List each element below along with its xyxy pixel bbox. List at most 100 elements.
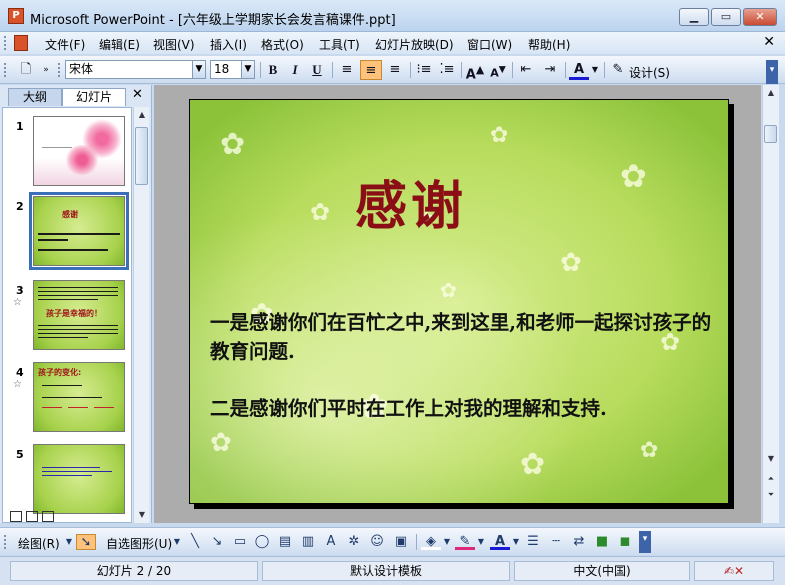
decrease-indent-icon[interactable]: ⇤ <box>516 60 536 80</box>
align-left-icon[interactable]: ≡ <box>337 60 357 80</box>
fill-color-dropdown-icon[interactable]: ▼ <box>442 534 452 550</box>
design-template-name[interactable]: 默认设计模板 <box>262 561 510 581</box>
slide-thumbnail-5[interactable] <box>33 444 125 514</box>
minimize-button[interactable]: ▁ <box>679 8 709 26</box>
scrollbar-thumb[interactable] <box>764 125 777 143</box>
document-icon[interactable] <box>14 35 28 51</box>
slide-thumbnail-list: 1 2 感谢 3 ☆ 孩子是幸福的！ 4 ☆ 孩子的变化: 5 <box>2 107 132 523</box>
wordart-icon[interactable]: A <box>322 534 340 550</box>
rectangle-icon[interactable]: ▭ <box>231 534 249 550</box>
font-name-select[interactable]: 宋体 <box>65 60 193 79</box>
previous-slide-icon[interactable]: ⏶ <box>763 471 779 487</box>
menu-help[interactable]: 帮助(H) <box>528 36 570 53</box>
spelling-status-icon[interactable]: ✍✕ <box>694 561 774 581</box>
thumbnail-title: 孩子的变化: <box>38 368 82 377</box>
menu-edit[interactable]: 编辑(E) <box>99 36 140 53</box>
shadow-style-icon[interactable]: ■ <box>593 534 611 550</box>
dash-style-icon[interactable]: ┄ <box>547 534 565 550</box>
diagram-icon[interactable]: ✲ <box>345 534 363 550</box>
scrollbar-thumb[interactable] <box>135 127 148 185</box>
increase-indent-icon[interactable]: ⇥ <box>540 60 560 80</box>
line-style-icon[interactable]: ☰ <box>524 534 542 550</box>
toolbar-grip[interactable] <box>4 535 7 549</box>
new-document-icon[interactable]: 🗋 <box>16 60 36 80</box>
line-color-dropdown-icon[interactable]: ▼ <box>476 534 486 550</box>
slide-paragraph-2[interactable]: 二是感谢你们平时在工作上对我的理解和支持. <box>210 394 720 423</box>
align-right-icon[interactable]: ≡ <box>385 60 405 80</box>
toolbar-grip[interactable] <box>58 63 61 77</box>
thumbnail-text-line <box>38 249 108 251</box>
oval-icon[interactable]: ◯ <box>253 534 271 550</box>
menu-tools[interactable]: 工具(T) <box>319 36 360 53</box>
slide-thumbnail-3[interactable]: 孩子是幸福的！ <box>33 280 125 350</box>
design-button[interactable]: 设计(S) <box>629 64 670 81</box>
menu-window[interactable]: 窗口(W) <box>467 36 512 53</box>
menu-slideshow[interactable]: 幻灯片放映(D) <box>375 36 454 53</box>
font-size-select[interactable]: 18 <box>210 60 242 79</box>
numbered-list-icon[interactable]: ⁝≡ <box>414 60 434 80</box>
increase-font-size-icon[interactable]: A▲ <box>465 60 485 82</box>
tab-slides[interactable]: 幻灯片 <box>62 88 126 106</box>
bold-button[interactable]: B <box>264 60 282 80</box>
fill-color-icon[interactable]: ◈ <box>421 534 441 550</box>
next-slide-icon[interactable]: ⏷ <box>763 487 779 503</box>
select-pointer-icon[interactable]: ➘ <box>76 534 96 550</box>
close-button[interactable]: ✕ <box>743 8 777 26</box>
clip-art-icon[interactable]: ☺ <box>368 534 386 550</box>
insert-picture-icon[interactable]: ▣ <box>392 534 410 550</box>
bullet-list-icon[interactable]: ⁚≡ <box>437 60 457 80</box>
pane-close-icon[interactable]: ✕ <box>132 87 143 102</box>
3d-style-icon[interactable]: ◼ <box>616 534 634 550</box>
arrow-style-icon[interactable]: ⇄ <box>570 534 588 550</box>
align-center-icon[interactable]: ≡ <box>360 60 382 80</box>
toolbar-options-icon[interactable]: » <box>40 60 52 80</box>
font-color-icon[interactable]: A <box>569 60 589 80</box>
normal-view-icon[interactable] <box>10 511 22 522</box>
menu-format[interactable]: 格式(O) <box>261 36 304 53</box>
menu-insert[interactable]: 插入(I) <box>210 36 247 53</box>
line-color-icon[interactable]: ✎ <box>455 534 475 550</box>
menu-view[interactable]: 视图(V) <box>153 36 195 53</box>
menu-file[interactable]: 文件(F) <box>45 36 85 53</box>
slide-number: 4 <box>16 366 24 379</box>
tab-outline[interactable]: 大纲 <box>8 88 62 106</box>
scroll-up-icon[interactable]: ▲ <box>763 85 779 101</box>
slide-scrollbar[interactable]: ▲ ▼ ⏶ ⏷ <box>762 85 779 523</box>
line-icon[interactable]: ╲ <box>186 534 204 550</box>
decrease-font-size-icon[interactable]: A▼ <box>488 60 508 80</box>
slide-thumbnail-1[interactable] <box>33 116 125 186</box>
slide-sorter-view-icon[interactable] <box>26 511 38 522</box>
italic-button[interactable]: I <box>286 60 304 80</box>
draw-dropdown-icon[interactable]: ▼ <box>64 534 74 550</box>
document-close-icon[interactable]: ✕ <box>763 34 775 50</box>
slide-thumbnail-4[interactable]: 孩子的变化: <box>33 362 125 432</box>
scroll-up-icon[interactable]: ▲ <box>134 107 150 123</box>
toolbar-grip[interactable] <box>4 63 7 77</box>
draw-menu-button[interactable]: 绘图(R) <box>18 535 60 552</box>
arrow-icon[interactable]: ↘ <box>208 534 226 550</box>
font-size-dropdown-icon[interactable]: ▼ <box>242 60 255 79</box>
powerpoint-icon[interactable]: P <box>8 8 24 24</box>
slideshow-view-icon[interactable] <box>42 511 54 522</box>
vertical-text-box-icon[interactable]: ▥ <box>299 534 317 550</box>
toolbar-overflow-icon[interactable]: ▾ <box>639 531 651 553</box>
autoshapes-menu-button[interactable]: 自选图形(U) <box>106 535 172 552</box>
autoshapes-dropdown-icon[interactable]: ▼ <box>172 534 182 550</box>
toolbar-grip[interactable] <box>4 36 7 50</box>
font-name-dropdown-icon[interactable]: ▼ <box>193 60 206 79</box>
thumbnail-text-line <box>42 397 102 398</box>
maximize-button[interactable]: ▭ <box>711 8 741 26</box>
font-color-draw-dropdown-icon[interactable]: ▼ <box>511 534 521 550</box>
scroll-down-icon[interactable]: ▼ <box>763 451 779 467</box>
current-slide[interactable]: ✿ ✿ ✿ ✿ ✿ ✿ ✿ ✿ ✿ ✿ ✿ ✿ ✿ 感谢 一是感谢你们在百忙之中… <box>189 99 729 504</box>
underline-button[interactable]: U <box>308 60 326 80</box>
text-box-icon[interactable]: ▤ <box>276 534 294 550</box>
design-icon[interactable]: ✎ <box>609 60 627 80</box>
font-color-dropdown-icon[interactable]: ▼ <box>590 60 600 80</box>
font-color-draw-icon[interactable]: A <box>490 534 510 550</box>
toolbar-overflow-icon[interactable]: ▾ <box>766 60 778 84</box>
slide-title[interactable]: 感谢 <box>355 164 467 239</box>
slide-thumbnail-2[interactable]: 感谢 <box>29 192 129 270</box>
slide-paragraph-1[interactable]: 一是感谢你们在百忙之中,来到这里,和老师一起探讨孩子的教育问题. <box>210 308 720 366</box>
thumbnail-scrollbar[interactable]: ▲ ▼ <box>133 107 149 523</box>
